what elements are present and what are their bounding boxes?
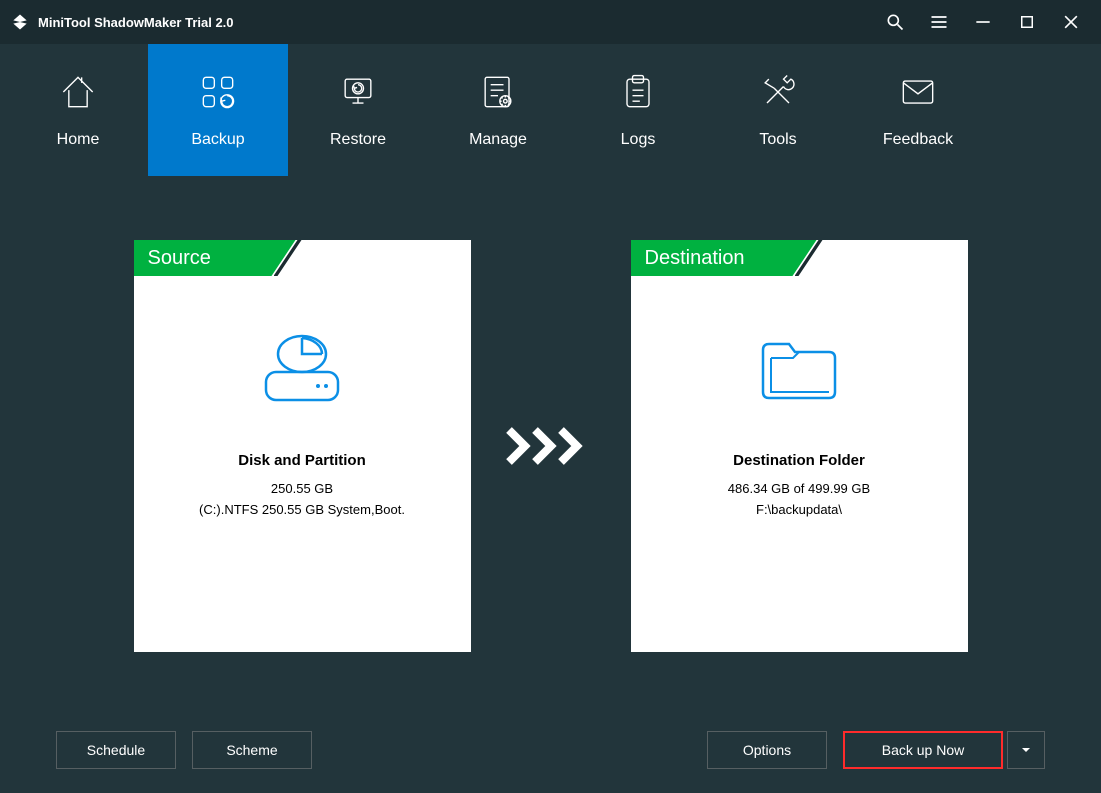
source-detail: (C:).NTFS 250.55 GB System,Boot.: [199, 502, 405, 517]
source-size: 250.55 GB: [271, 481, 333, 496]
nav-feedback[interactable]: Feedback: [848, 44, 988, 176]
menu-icon[interactable]: [917, 0, 961, 44]
disk-icon: [258, 330, 346, 408]
nav-label: Restore: [330, 131, 386, 149]
destination-title: Destination Folder: [733, 452, 865, 469]
card-header: Destination: [631, 240, 968, 276]
nav-label: Tools: [759, 131, 796, 149]
chevron-down-icon: [1020, 744, 1032, 756]
restore-icon: [336, 71, 380, 113]
destination-size: 486.34 GB of 499.99 GB: [728, 481, 870, 496]
backup-icon: [196, 71, 240, 113]
card-header-label: Source: [134, 240, 296, 276]
destination-path: F:\backupdata\: [756, 502, 842, 517]
tools-icon: [756, 71, 800, 113]
nav-restore[interactable]: Restore: [288, 44, 428, 176]
backup-now-button[interactable]: Back up Now: [843, 731, 1003, 769]
backup-now-dropdown[interactable]: [1007, 731, 1045, 769]
destination-card[interactable]: Destination Destination Folder 486.34 GB…: [631, 240, 968, 652]
titlebar: MiniTool ShadowMaker Trial 2.0: [0, 0, 1101, 44]
nav-home[interactable]: Home: [8, 44, 148, 176]
minimize-icon[interactable]: [961, 0, 1005, 44]
cards-row: Source Disk and Partition 250.55 GB (C:)…: [0, 176, 1101, 652]
manage-icon: [476, 71, 520, 113]
logs-icon: [616, 71, 660, 113]
close-icon[interactable]: [1049, 0, 1093, 44]
home-icon: [56, 71, 100, 113]
search-icon[interactable]: [873, 0, 917, 44]
feedback-icon: [896, 71, 940, 113]
nav-backup[interactable]: Backup: [148, 44, 288, 176]
nav-manage[interactable]: Manage: [428, 44, 568, 176]
nav-label: Manage: [469, 131, 527, 149]
nav-label: Home: [57, 131, 100, 149]
content-area: Source Disk and Partition 250.55 GB (C:)…: [0, 176, 1101, 793]
options-button[interactable]: Options: [707, 731, 827, 769]
maximize-icon[interactable]: [1005, 0, 1049, 44]
nav-label: Logs: [621, 131, 656, 149]
nav-logs[interactable]: Logs: [568, 44, 708, 176]
source-title: Disk and Partition: [238, 452, 366, 469]
card-header: Source: [134, 240, 471, 276]
card-body: Disk and Partition 250.55 GB (C:).NTFS 2…: [134, 276, 471, 652]
app-logo-icon: [8, 10, 32, 34]
backup-now-group: Back up Now: [843, 731, 1045, 769]
bottom-bar: Schedule Scheme Options Back up Now: [0, 731, 1101, 769]
scheme-button[interactable]: Scheme: [192, 731, 312, 769]
nav-label: Backup: [191, 131, 244, 149]
app-title: MiniTool ShadowMaker Trial 2.0: [38, 15, 234, 30]
main-nav: Home Backup Restore Manage Logs Tools: [0, 44, 1101, 176]
arrow-icon: [505, 426, 597, 466]
schedule-button[interactable]: Schedule: [56, 731, 176, 769]
card-header-label: Destination: [631, 240, 817, 276]
source-card[interactable]: Source Disk and Partition 250.55 GB (C:)…: [134, 240, 471, 652]
nav-tools[interactable]: Tools: [708, 44, 848, 176]
folder-icon: [751, 330, 847, 408]
nav-label: Feedback: [883, 131, 953, 149]
card-body: Destination Folder 486.34 GB of 499.99 G…: [631, 276, 968, 652]
